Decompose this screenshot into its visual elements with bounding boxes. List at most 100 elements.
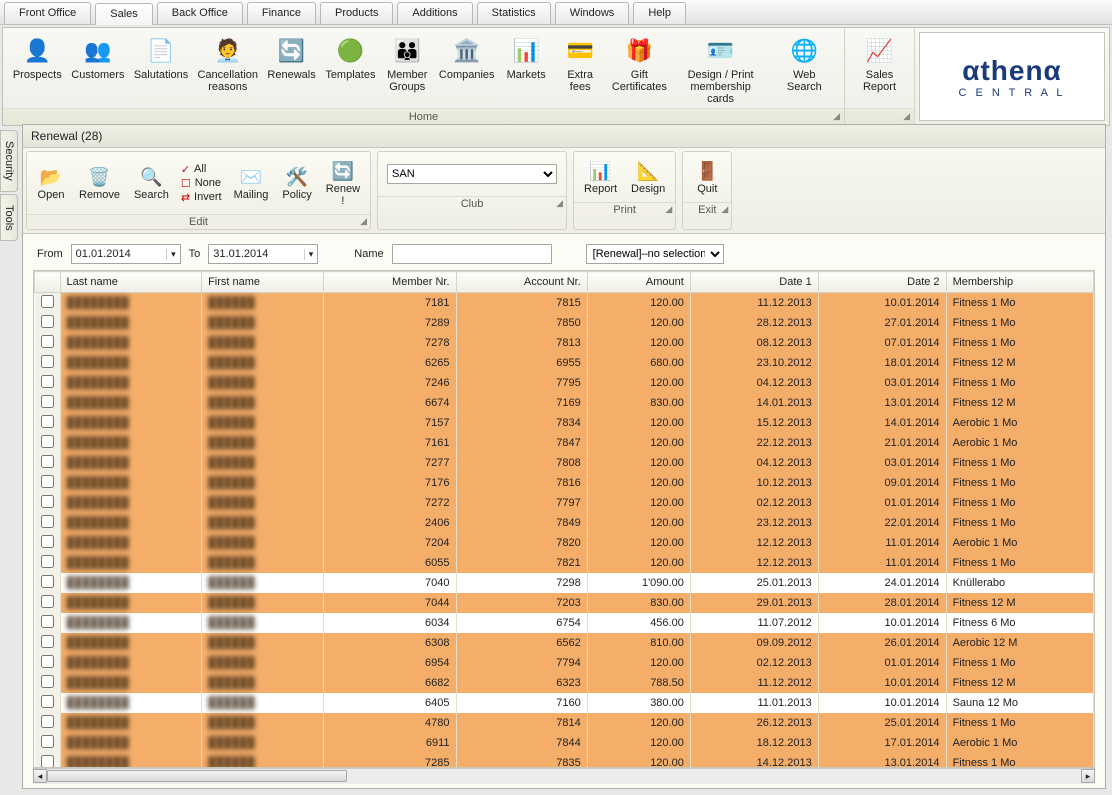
table-row[interactable]: ██████████████66747169830.0014.01.201313… bbox=[35, 393, 1094, 413]
col-account-nr-[interactable]: Account Nr. bbox=[456, 272, 587, 293]
col-first-name[interactable]: First name bbox=[202, 272, 324, 293]
expand-icon[interactable]: ◢ bbox=[903, 111, 910, 122]
menu-tab-additions[interactable]: Additions bbox=[397, 2, 472, 24]
table-row[interactable]: ██████████████72727797120.0002.12.201301… bbox=[35, 493, 1094, 513]
cancellation-button[interactable]: 🧑‍💼Cancellation reasons bbox=[194, 32, 262, 108]
row-checkbox[interactable] bbox=[41, 615, 54, 628]
row-checkbox[interactable] bbox=[41, 495, 54, 508]
select-all[interactable]: ✓All bbox=[181, 163, 222, 176]
table-row[interactable]: ██████████████69117844120.0018.12.201317… bbox=[35, 733, 1094, 753]
table-row[interactable]: ██████████████60557821120.0012.12.201311… bbox=[35, 553, 1094, 573]
expand-icon[interactable]: ◢ bbox=[833, 111, 840, 122]
chevron-down-icon[interactable]: ▾ bbox=[304, 249, 314, 260]
companies-button[interactable]: 🏛️Companies bbox=[435, 32, 498, 108]
col-membership[interactable]: Membership bbox=[946, 272, 1093, 293]
table-row[interactable]: ██████████████71617847120.0022.12.201321… bbox=[35, 433, 1094, 453]
row-checkbox[interactable] bbox=[41, 755, 54, 768]
open-button[interactable]: 📂Open bbox=[31, 162, 71, 204]
table-row[interactable]: ██████████████66826323788.5011.12.201210… bbox=[35, 673, 1094, 693]
menu-tab-sales[interactable]: Sales bbox=[95, 3, 153, 25]
extra-button[interactable]: 💳Extra fees bbox=[554, 32, 606, 108]
row-checkbox[interactable] bbox=[41, 535, 54, 548]
table-row[interactable]: ██████████████72897850120.0028.12.201327… bbox=[35, 313, 1094, 333]
renew-button[interactable]: 🔄Renew ! bbox=[320, 156, 366, 210]
name-input[interactable] bbox=[392, 244, 552, 264]
row-checkbox[interactable] bbox=[41, 475, 54, 488]
select-none[interactable]: ☐None bbox=[181, 177, 222, 190]
col-last-name[interactable]: Last name bbox=[60, 272, 202, 293]
row-checkbox[interactable] bbox=[41, 555, 54, 568]
web-search-button[interactable]: 🌐Web Search bbox=[771, 32, 838, 108]
row-checkbox[interactable] bbox=[41, 635, 54, 648]
table-row[interactable]: ██████████████71767816120.0010.12.201309… bbox=[35, 473, 1094, 493]
scroll-left-icon[interactable]: ◂ bbox=[33, 769, 47, 783]
row-checkbox[interactable] bbox=[41, 395, 54, 408]
table-row[interactable]: ██████████████71577834120.0015.12.201314… bbox=[35, 413, 1094, 433]
menu-tab-statistics[interactable]: Statistics bbox=[477, 2, 551, 24]
row-checkbox[interactable] bbox=[41, 335, 54, 348]
renewals-button[interactable]: 🔄Renewals bbox=[264, 32, 320, 108]
row-checkbox[interactable] bbox=[41, 375, 54, 388]
chevron-down-icon[interactable]: ▾ bbox=[166, 249, 176, 260]
col-amount[interactable]: Amount bbox=[587, 272, 690, 293]
markets-button[interactable]: 📊Markets bbox=[500, 32, 552, 108]
templates-button[interactable]: 🟢Templates bbox=[322, 32, 380, 108]
customers-button[interactable]: 👥Customers bbox=[68, 32, 129, 108]
row-checkbox[interactable] bbox=[41, 435, 54, 448]
member-button[interactable]: 👪Member Groups bbox=[381, 32, 433, 108]
menu-tab-front-office[interactable]: Front Office bbox=[4, 2, 91, 24]
row-checkbox[interactable] bbox=[41, 515, 54, 528]
side-tab-tools[interactable]: Tools bbox=[0, 194, 18, 242]
scroll-thumb[interactable] bbox=[47, 770, 347, 782]
club-select[interactable]: SAN bbox=[387, 164, 557, 184]
table-row[interactable]: ██████████████72467795120.0004.12.201303… bbox=[35, 373, 1094, 393]
menu-tab-products[interactable]: Products bbox=[320, 2, 393, 24]
row-checkbox[interactable] bbox=[41, 675, 54, 688]
col-member-nr-[interactable]: Member Nr. bbox=[324, 272, 456, 293]
remove-button[interactable]: 🗑️Remove bbox=[73, 162, 126, 204]
table-row[interactable]: ██████████████72857835120.0014.12.201313… bbox=[35, 753, 1094, 768]
prospects-button[interactable]: 👤Prospects bbox=[9, 32, 66, 108]
table-row[interactable]: ██████████████72047820120.0012.12.201311… bbox=[35, 533, 1094, 553]
menu-tab-back-office[interactable]: Back Office bbox=[157, 2, 243, 24]
table-row[interactable]: ██████████████24067849120.0023.12.201322… bbox=[35, 513, 1094, 533]
table-row[interactable]: ██████████████62656955680.0023.10.201218… bbox=[35, 353, 1094, 373]
row-checkbox[interactable] bbox=[41, 735, 54, 748]
mailing-button[interactable]: ✉️Mailing bbox=[228, 162, 275, 204]
data-grid[interactable]: Last nameFirst nameMember Nr.Account Nr.… bbox=[33, 270, 1095, 768]
row-checkbox[interactable] bbox=[41, 355, 54, 368]
col-date-[interactable]: Date 1 bbox=[690, 272, 818, 293]
table-row[interactable]: ██████████████704072981'090.0025.01.2013… bbox=[35, 573, 1094, 593]
row-checkbox[interactable] bbox=[41, 715, 54, 728]
gift-button[interactable]: 🎁Gift Certificates bbox=[608, 32, 670, 108]
h-scrollbar[interactable]: ◂ ▸ bbox=[33, 768, 1095, 784]
table-row[interactable]: ██████████████72777808120.0004.12.201303… bbox=[35, 453, 1094, 473]
search-button[interactable]: 🔍Search bbox=[128, 162, 175, 204]
report-button[interactable]: 📊Report bbox=[578, 156, 623, 198]
table-row[interactable]: ██████████████72787813120.0008.12.201307… bbox=[35, 333, 1094, 353]
to-date-input[interactable]: 31.01.2014▾ bbox=[208, 244, 318, 264]
table-row[interactable]: ██████████████71817815120.0011.12.201310… bbox=[35, 293, 1094, 314]
row-checkbox[interactable] bbox=[41, 415, 54, 428]
table-row[interactable]: ██████████████63086562810.0009.09.201226… bbox=[35, 633, 1094, 653]
design-button[interactable]: 📐Design bbox=[625, 156, 671, 198]
row-checkbox[interactable] bbox=[41, 655, 54, 668]
col-date-[interactable]: Date 2 bbox=[818, 272, 946, 293]
quit-button[interactable]: 🚪Quit bbox=[687, 156, 727, 198]
row-checkbox[interactable] bbox=[41, 595, 54, 608]
table-row[interactable]: ██████████████60346754456.0011.07.201210… bbox=[35, 613, 1094, 633]
row-checkbox[interactable] bbox=[41, 575, 54, 588]
col-check[interactable] bbox=[35, 272, 61, 293]
sales-report-button[interactable]: 📈 Sales Report bbox=[854, 32, 906, 108]
table-row[interactable]: ██████████████64057160380.0011.01.201310… bbox=[35, 693, 1094, 713]
scroll-right-icon[interactable]: ▸ bbox=[1081, 769, 1095, 783]
menu-tab-windows[interactable]: Windows bbox=[555, 2, 630, 24]
row-checkbox[interactable] bbox=[41, 295, 54, 308]
menu-tab-finance[interactable]: Finance bbox=[247, 2, 316, 24]
policy-button[interactable]: 🛠️Policy bbox=[276, 162, 317, 204]
from-date-input[interactable]: 01.01.2014▾ bbox=[71, 244, 181, 264]
table-row[interactable]: ██████████████70447203830.0029.01.201328… bbox=[35, 593, 1094, 613]
row-checkbox[interactable] bbox=[41, 315, 54, 328]
salutations-button[interactable]: 📄Salutations bbox=[130, 32, 192, 108]
table-row[interactable]: ██████████████47807814120.0026.12.201325… bbox=[35, 713, 1094, 733]
